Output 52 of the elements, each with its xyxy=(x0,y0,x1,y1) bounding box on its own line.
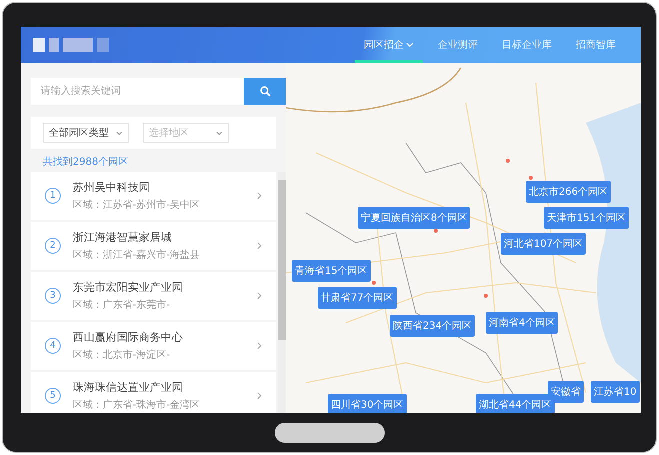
scrollbar[interactable] xyxy=(278,172,286,413)
scrollbar-thumb[interactable] xyxy=(278,180,286,340)
park-region: 区域：广东省-东莞市- xyxy=(73,298,172,312)
index-circle: 2 xyxy=(45,238,61,254)
dropdown-select[interactable]: 全部园区类型 xyxy=(43,123,129,143)
park-list-item[interactable]: 3 东莞市宏阳实业产业园 区域：广东省-东莞市- xyxy=(31,272,276,320)
park-name: 珠海珠信达置业产业园 xyxy=(73,380,184,395)
park-name: 东莞市宏阳实业产业园 xyxy=(73,280,184,295)
map-marker-label[interactable]: 陕西省234个园区 xyxy=(390,315,476,337)
map-marker-label[interactable]: 青海省15个园区 xyxy=(292,260,371,282)
nav-tab[interactable]: 招商智库 xyxy=(567,27,625,63)
map-marker-label[interactable]: 甘肃省77个园区 xyxy=(318,287,397,309)
map-marker-label[interactable]: 北京市266个园区 xyxy=(526,181,612,203)
map-marker-label[interactable]: 宁夏回族自治区8个园区 xyxy=(358,207,470,229)
chevron-right-icon xyxy=(257,342,262,350)
dropdown-select[interactable]: 选择地区 xyxy=(143,123,229,143)
index-circle: 5 xyxy=(45,388,61,404)
chevron-right-icon xyxy=(257,292,262,300)
park-region: 区域：浙江省-嘉兴市-海盐县 xyxy=(73,248,202,262)
park-region: 区域：北京市-海淀区- xyxy=(73,348,172,362)
chevron-right-icon xyxy=(257,392,262,400)
select-placeholder: 选择地区 xyxy=(149,126,189,140)
index-circle: 1 xyxy=(45,188,61,204)
park-name: 西山赢府国际商务中心 xyxy=(73,330,184,345)
index-circle: 4 xyxy=(45,338,61,354)
map-marker-label[interactable]: 四川省30个园区 xyxy=(328,394,407,413)
park-region: 区域：江苏省-苏州市-吴中区 xyxy=(73,198,202,212)
index-circle: 3 xyxy=(45,288,61,304)
search-button[interactable] xyxy=(244,78,286,105)
park-list-item[interactable]: 1 苏州吴中科技园 区域：江苏省-苏州市-吴中区 xyxy=(31,172,276,220)
park-name: 苏州吴中科技园 xyxy=(73,180,151,195)
blurred-logo-icon xyxy=(33,38,109,52)
search-field[interactable]: 请输入搜索关键词 xyxy=(31,78,244,105)
result-count: 共找到2988个园区 xyxy=(43,156,130,169)
chevron-down-icon xyxy=(116,130,123,136)
select-placeholder: 全部园区类型 xyxy=(49,126,109,140)
nav-tab[interactable]: 目标企业库 xyxy=(493,27,561,63)
map-marker-label[interactable]: 湖北省44个园区 xyxy=(476,394,555,413)
park-list-item[interactable]: 4 西山赢府国际商务中心 区域：北京市-海淀区- xyxy=(31,322,276,370)
park-list-item[interactable]: 5 珠海珠信达置业产业园 区域：广东省-珠海市-金湾区 xyxy=(31,372,276,413)
map-marker-label[interactable]: 天津市151个园区 xyxy=(544,207,630,229)
search-icon xyxy=(260,86,270,97)
park-name: 浙江海港智慧家居城 xyxy=(73,230,173,245)
chevron-right-icon xyxy=(257,192,262,200)
map-marker-label[interactable]: 江苏省10 xyxy=(591,381,640,403)
chevron-right-icon xyxy=(257,242,262,250)
nav-tab[interactable]: 企业测评 xyxy=(429,27,487,63)
park-list-item[interactable]: 2 浙江海港智慧家居城 区域：浙江省-嘉兴市-海盐县 xyxy=(31,222,276,270)
park-region: 区域：广东省-珠海市-金湾区 xyxy=(73,398,202,412)
map-marker-label[interactable]: 河南省4个园区 xyxy=(486,312,558,334)
chevron-down-icon xyxy=(216,130,223,136)
map-marker-label[interactable]: 河北省107个园区 xyxy=(501,233,586,255)
